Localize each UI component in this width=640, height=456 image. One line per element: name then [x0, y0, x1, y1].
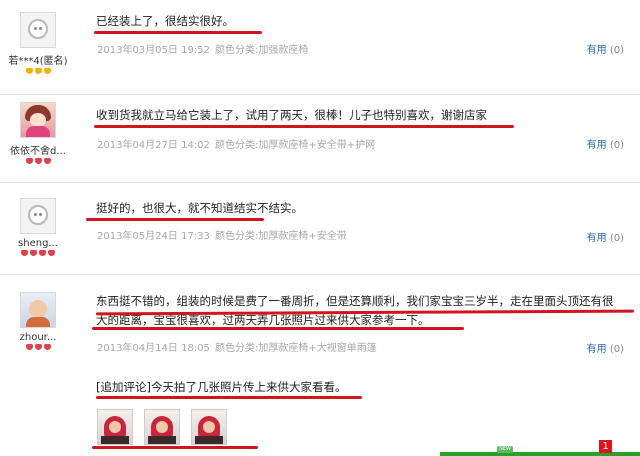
- reviewer-name[interactable]: 若***4(匿名): [0, 52, 76, 67]
- review-photo-thumbnail[interactable]: [191, 409, 227, 445]
- new-badge: NEW: [497, 446, 513, 453]
- review-photo-thumbnail[interactable]: [97, 409, 133, 445]
- review-item: 若***4(匿名) 已经装上了，很结实很好。 2013年03月05日 19:52…: [0, 0, 640, 95]
- useful-count: (0): [609, 140, 624, 151]
- default-avatar-icon: [28, 19, 48, 39]
- useful-count: (0): [609, 233, 624, 244]
- highlight-underline: [94, 31, 262, 34]
- review-spec: 颜色分类:加厚款座椅+安全带+护网: [215, 140, 376, 151]
- review-text: 挺好的，也很大，就不知道结实不结实。: [96, 201, 303, 215]
- highlight-underline: [94, 125, 514, 128]
- credit-badge: [0, 68, 76, 78]
- review-meta: 2013年05月24日 17:33 颜色分类:加厚款座椅+安全带: [97, 227, 347, 242]
- review-item: 依依不舍d... 收到货我就立马给它装上了，试用了两天，很棒！儿子也特别喜欢，谢…: [0, 94, 640, 183]
- useful-button[interactable]: 有用 (0): [587, 229, 624, 244]
- review-spec: 颜色分类:加厚款座椅+大视窗单雨篷: [215, 343, 377, 354]
- useful-count: (0): [609, 45, 624, 56]
- review-date: 2013年04月14日 18:05: [97, 343, 210, 354]
- review-spec: 颜色分类:加厚款座椅+安全带: [215, 231, 347, 242]
- review-date: 2013年05月24日 17:33: [97, 231, 210, 242]
- review-item: zhour... 东西挺不错的，组装的时候是费了一番周折，但是还算顺利，我们家宝…: [0, 274, 640, 456]
- avatar[interactable]: [20, 292, 56, 328]
- review-meta: 2013年04月27日 14:02 颜色分类:加厚款座椅+安全带+护网: [97, 136, 375, 151]
- highlight-underline: [86, 218, 264, 221]
- highlight-underline: [92, 327, 464, 330]
- credit-badge: [0, 344, 76, 354]
- review-meta: 2013年04月14日 18:05 颜色分类:加厚款座椅+大视窗单雨篷: [97, 339, 377, 354]
- credit-badge: [0, 250, 76, 260]
- review-text: 已经装上了，很结实很好。: [96, 14, 234, 28]
- review-text-line1: 东西挺不错的，组装的时候是费了一番周折，但是还算顺利，我们家宝宝三岁半，走在里面…: [96, 294, 614, 308]
- default-avatar-icon: [28, 205, 48, 225]
- review-photo-thumbnail[interactable]: [144, 409, 180, 445]
- reviewer-info: 依依不舍d...: [0, 102, 76, 168]
- avatar[interactable]: [20, 12, 56, 48]
- avatar[interactable]: [20, 198, 56, 234]
- useful-button[interactable]: 有用 (0): [587, 136, 624, 151]
- highlight-underline: [92, 446, 258, 449]
- review-date: 2013年03月05日 19:52: [97, 45, 210, 56]
- review-date: 2013年04月27日 14:02: [97, 140, 210, 151]
- reviewer-info: zhour...: [0, 292, 76, 354]
- credit-badge: [0, 158, 76, 168]
- useful-label[interactable]: 有用: [587, 45, 607, 56]
- highlight-underline: [96, 396, 362, 399]
- reviewer-name[interactable]: 依依不舍d...: [0, 142, 76, 157]
- followup-review-text: [追加评论]今天拍了几张照片传上来供大家看看。: [96, 380, 347, 394]
- review-item: sheng... 挺好的，也很大，就不知道结实不结实。 2013年05月24日 …: [0, 182, 640, 275]
- notification-count-badge[interactable]: 1: [599, 440, 612, 453]
- reviewer-info: sheng...: [0, 198, 76, 260]
- reviewer-name[interactable]: zhour...: [0, 332, 76, 343]
- review-spec: 颜色分类:加强款座椅: [215, 45, 309, 56]
- useful-button[interactable]: 有用 (0): [587, 41, 624, 56]
- review-text: 收到货我就立马给它装上了，试用了两天，很棒！儿子也特别喜欢，谢谢店家: [96, 108, 487, 122]
- useful-button[interactable]: 有用 (0): [587, 340, 624, 355]
- reviewer-name[interactable]: sheng...: [0, 238, 76, 249]
- reviewer-info: 若***4(匿名): [0, 12, 76, 78]
- useful-label[interactable]: 有用: [587, 140, 607, 151]
- useful-count: (0): [609, 344, 624, 355]
- avatar[interactable]: [20, 102, 56, 138]
- review-meta: 2013年03月05日 19:52 颜色分类:加强款座椅: [97, 41, 308, 56]
- useful-label[interactable]: 有用: [587, 233, 607, 244]
- useful-label[interactable]: 有用: [587, 344, 607, 355]
